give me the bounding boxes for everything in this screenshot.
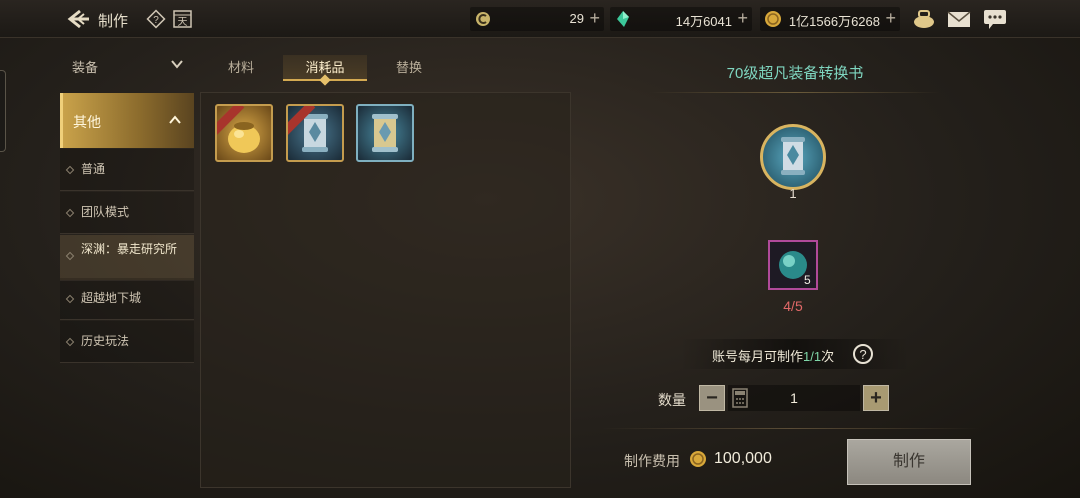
scroll-icon	[763, 127, 823, 192]
green-crystal-icon	[614, 10, 632, 28]
chevron-down-icon	[170, 57, 184, 71]
monthly-limit-bar: 账号每月可制作1/1次 ?	[680, 339, 910, 369]
currency-value: 29	[569, 11, 584, 26]
material-progress: 4/5	[783, 298, 803, 314]
currency-value: 1亿1566万6268	[788, 14, 880, 29]
c-coin-icon	[474, 10, 492, 28]
add-currency-button[interactable]: +	[589, 8, 600, 29]
item-slot-selected[interactable]	[356, 104, 414, 162]
mail-icon[interactable]	[947, 8, 971, 30]
quantity-label: 数量	[658, 392, 686, 408]
add-currency-button[interactable]: +	[885, 8, 896, 29]
currency-crystal: 14万6041 +	[610, 7, 752, 31]
nav-category-label: 其他	[73, 114, 101, 130]
currency-gold: 1亿1566万6268 +	[760, 7, 900, 31]
sidebar-item-normal[interactable]: 普通	[60, 149, 194, 191]
divider	[650, 92, 940, 93]
nav-category-label: 装备	[72, 60, 99, 75]
currency-c-coin: 29 +	[470, 7, 604, 31]
result-item-slot[interactable]	[760, 124, 826, 190]
quantity-value: 1	[790, 390, 798, 406]
increase-quantity-button[interactable]: +	[863, 385, 889, 411]
material-quantity: 5	[804, 273, 811, 287]
svg-text:?: ?	[859, 347, 866, 362]
sidebar-item-abyss[interactable]: 深渊：暴走研究所	[60, 235, 194, 281]
diamond-bullet-icon	[65, 208, 75, 218]
nav-category-other[interactable]: 其他	[60, 93, 194, 148]
scroll-icon	[358, 106, 412, 160]
gold-coin-icon	[689, 450, 707, 468]
sidebar-item-beyond-dungeon[interactable]: 超越地下城	[60, 278, 194, 320]
diamond-bullet-icon	[65, 251, 75, 261]
diamond-bullet-icon	[65, 294, 75, 304]
bag-icon[interactable]	[912, 8, 936, 30]
svg-text:?: ?	[153, 15, 159, 26]
diamond-bullet-icon	[65, 337, 75, 347]
monthly-limit-text: 账号每月可制作1/1次	[712, 346, 834, 365]
calendar-icon[interactable]: 天	[173, 9, 192, 28]
sidebar-item-label: 团队模式	[81, 205, 130, 219]
sidebar-item-history[interactable]: 历史玩法	[60, 321, 194, 363]
cost-value: 100,000	[714, 450, 772, 467]
craft-button[interactable]: 制作	[847, 439, 971, 485]
sidebar-item-label: 超越地下城	[81, 291, 142, 305]
item-slot[interactable]	[215, 104, 273, 162]
help-icon[interactable]: ?	[146, 9, 166, 29]
result-quantity: 1	[789, 186, 797, 201]
nav-category-equipment[interactable]: 装备	[60, 50, 194, 80]
monthly-limit-count: 1/1	[803, 349, 822, 364]
sidebar-item-label: 普通	[81, 162, 106, 176]
quantity-field[interactable]: 1	[728, 385, 860, 411]
diamond-bullet-icon	[65, 165, 75, 175]
top-bar: 制作 ? 天 29 + 14万6041 + 1亿1566万6268 +	[0, 0, 1080, 38]
cost-label: 制作费用	[624, 453, 680, 469]
sidebar-item-raid[interactable]: 团队模式	[60, 192, 194, 234]
gold-coin-icon	[764, 10, 782, 28]
help-icon[interactable]: ?	[852, 343, 874, 365]
chat-icon[interactable]	[983, 8, 1007, 30]
svg-text:天: 天	[178, 17, 188, 28]
sidebar-item-label: 历史玩法	[81, 334, 130, 348]
page-title: 制作	[98, 13, 129, 30]
tab-materials[interactable]: 材料	[214, 55, 268, 81]
sidebar-item-label: 深渊：暴走研究所	[81, 242, 178, 256]
divider	[600, 428, 980, 429]
add-currency-button[interactable]: +	[737, 8, 748, 29]
item-slot[interactable]	[286, 104, 344, 162]
monthly-limit-prefix: 账号每月可制作	[712, 349, 804, 364]
recipe-title: 70级超凡装备转换书	[726, 65, 864, 82]
currency-value: 14万6041	[675, 14, 732, 29]
tab-replace[interactable]: 替换	[382, 55, 436, 81]
edge-handle[interactable]	[0, 70, 6, 152]
decrease-quantity-button[interactable]: −	[699, 385, 725, 411]
chevron-up-icon	[168, 113, 182, 127]
monthly-limit-suffix: 次	[821, 349, 835, 364]
back-icon[interactable]	[64, 8, 92, 30]
